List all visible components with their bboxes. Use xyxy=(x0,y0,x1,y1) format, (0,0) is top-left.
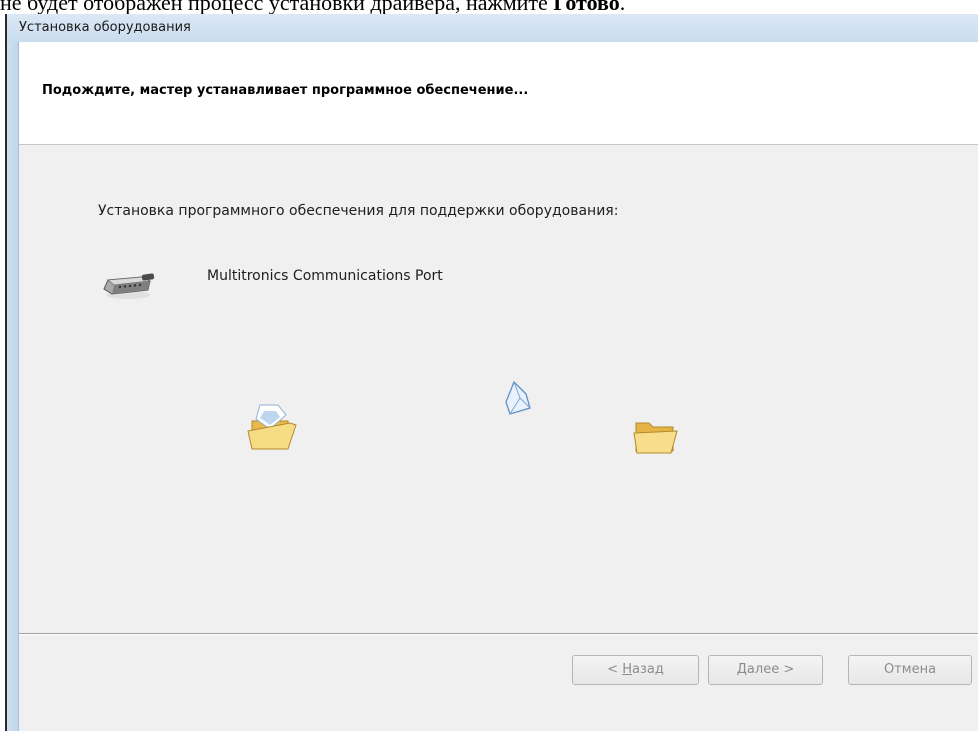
back-button[interactable]: < Назад xyxy=(572,655,699,685)
serial-port-device-icon xyxy=(103,273,155,299)
back-button-mnemonic: Н xyxy=(622,662,632,677)
header-pane: Подождите, мастер устанавливает программ… xyxy=(18,42,978,145)
back-button-prefix: < xyxy=(607,662,623,677)
next-button-mnemonic: Д xyxy=(736,662,747,677)
document-caption-text: не будет отображен процесс установки дра… xyxy=(0,0,554,14)
next-button-label: алее > xyxy=(746,662,795,677)
document-caption-suffix: . xyxy=(619,0,626,14)
next-button[interactable]: Далее > xyxy=(708,655,823,685)
cancel-button-label: Отмена xyxy=(883,662,937,677)
hardware-install-window: Установка оборудования Подождите, мастер… xyxy=(5,14,978,731)
document-caption: не будет отображен процесс установки дра… xyxy=(0,0,978,14)
footer-separator xyxy=(19,633,978,635)
flying-paper-icon xyxy=(505,380,531,415)
page-title: Подождите, мастер устанавливает программ… xyxy=(42,83,529,98)
back-button-label: азад xyxy=(631,662,664,677)
device-name: Multitronics Communications Port xyxy=(207,268,443,284)
document-caption-bold: Готово xyxy=(553,0,620,14)
cancel-button[interactable]: Отмена xyxy=(848,655,972,685)
install-label: Установка программного обеспечения для п… xyxy=(98,203,619,219)
content-pane: Установка программного обеспечения для п… xyxy=(18,145,978,731)
folder-open-icon xyxy=(247,404,297,450)
folder-icon xyxy=(633,422,678,454)
title-bar[interactable]: Установка оборудования xyxy=(7,14,978,42)
window-title: Установка оборудования xyxy=(19,20,191,35)
